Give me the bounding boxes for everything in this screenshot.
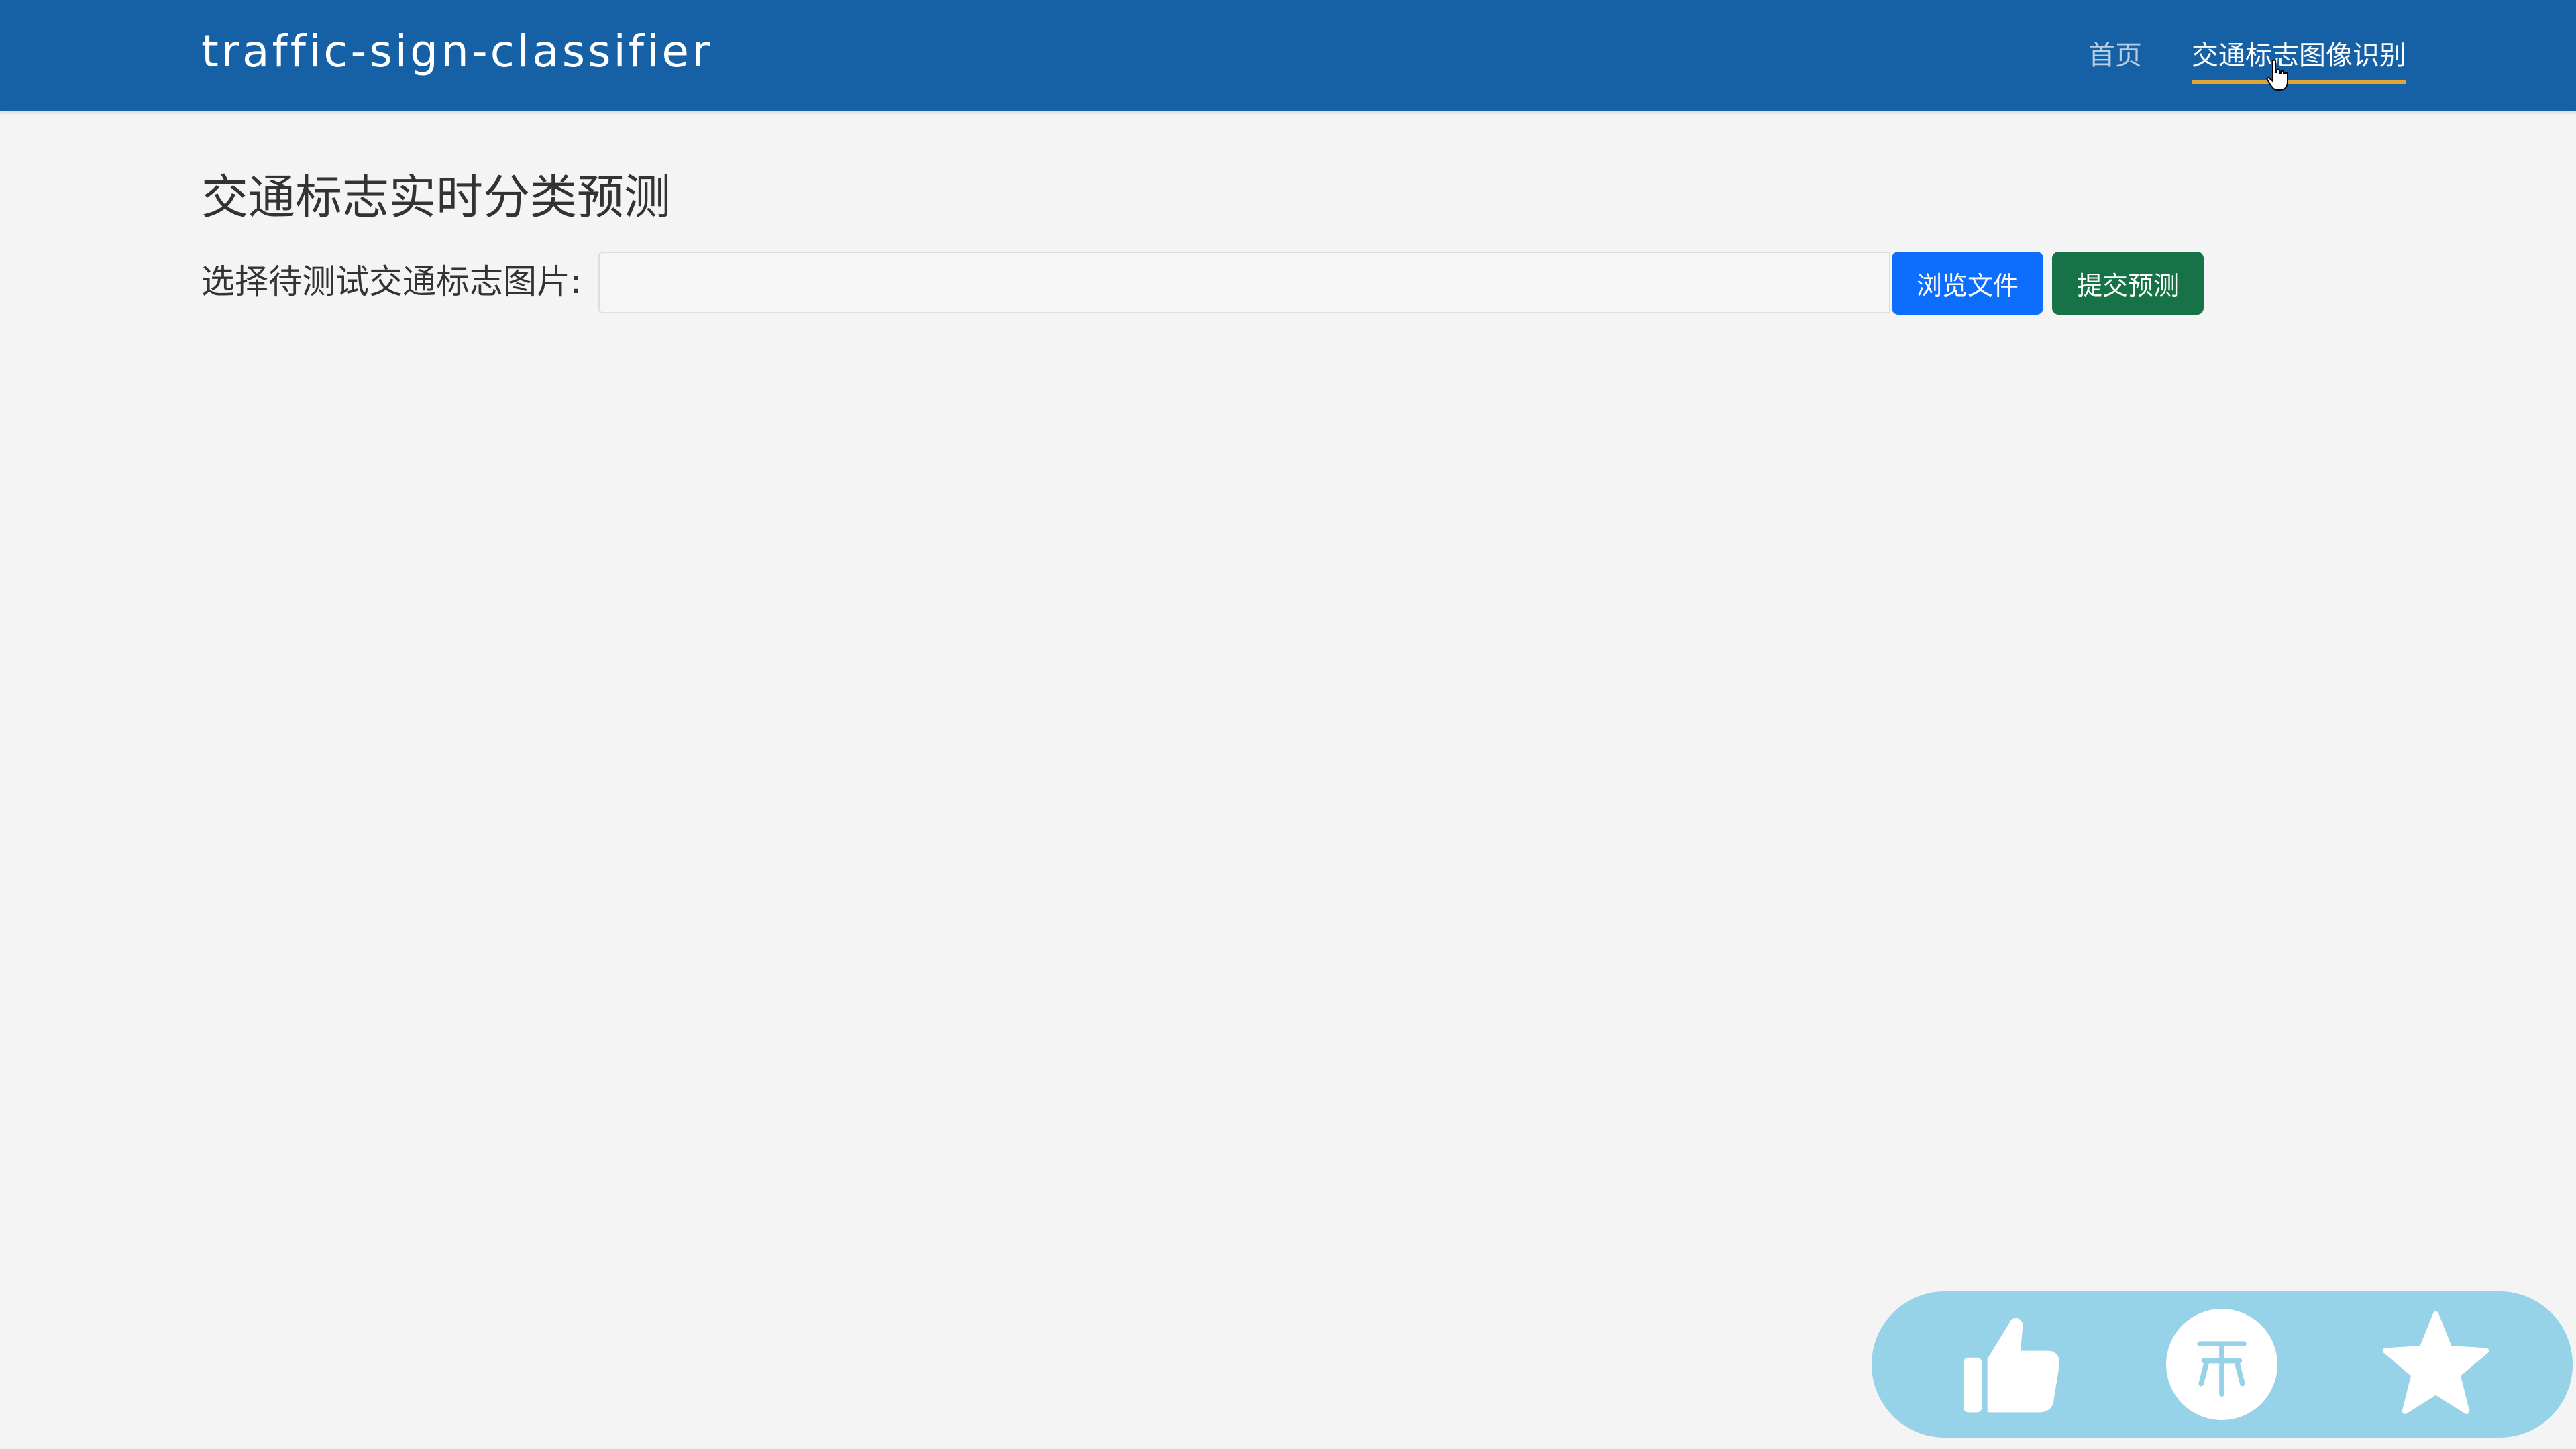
nav-link-home[interactable]: 首页 (2088, 34, 2142, 72)
coin-button[interactable] (2165, 1307, 2279, 1421)
navbar: traffic-sign-classifier 首页 交通标志图像识别 (0, 0, 2576, 111)
nav-link-sign-recognition[interactable]: 交通标志图像识别 (2192, 34, 2406, 84)
navbar-brand[interactable]: traffic-sign-classifier (201, 25, 712, 77)
thumbs-up-icon (1964, 1318, 2060, 1413)
video-action-bar (1872, 1291, 2573, 1438)
file-path-input[interactable] (598, 252, 1890, 313)
like-button[interactable] (1952, 1307, 2066, 1421)
coin-icon (2166, 1309, 2277, 1420)
star-icon (2382, 1311, 2489, 1414)
favorite-button[interactable] (2379, 1307, 2493, 1421)
file-field-label: 选择待测试交通标志图片: (201, 262, 582, 301)
hand-cursor-icon (2266, 59, 2288, 91)
submit-prediction-button[interactable]: 提交预测 (2052, 252, 2204, 315)
page-title: 交通标志实时分类预测 (201, 170, 671, 225)
browse-files-button[interactable]: 浏览文件 (1892, 252, 2043, 315)
